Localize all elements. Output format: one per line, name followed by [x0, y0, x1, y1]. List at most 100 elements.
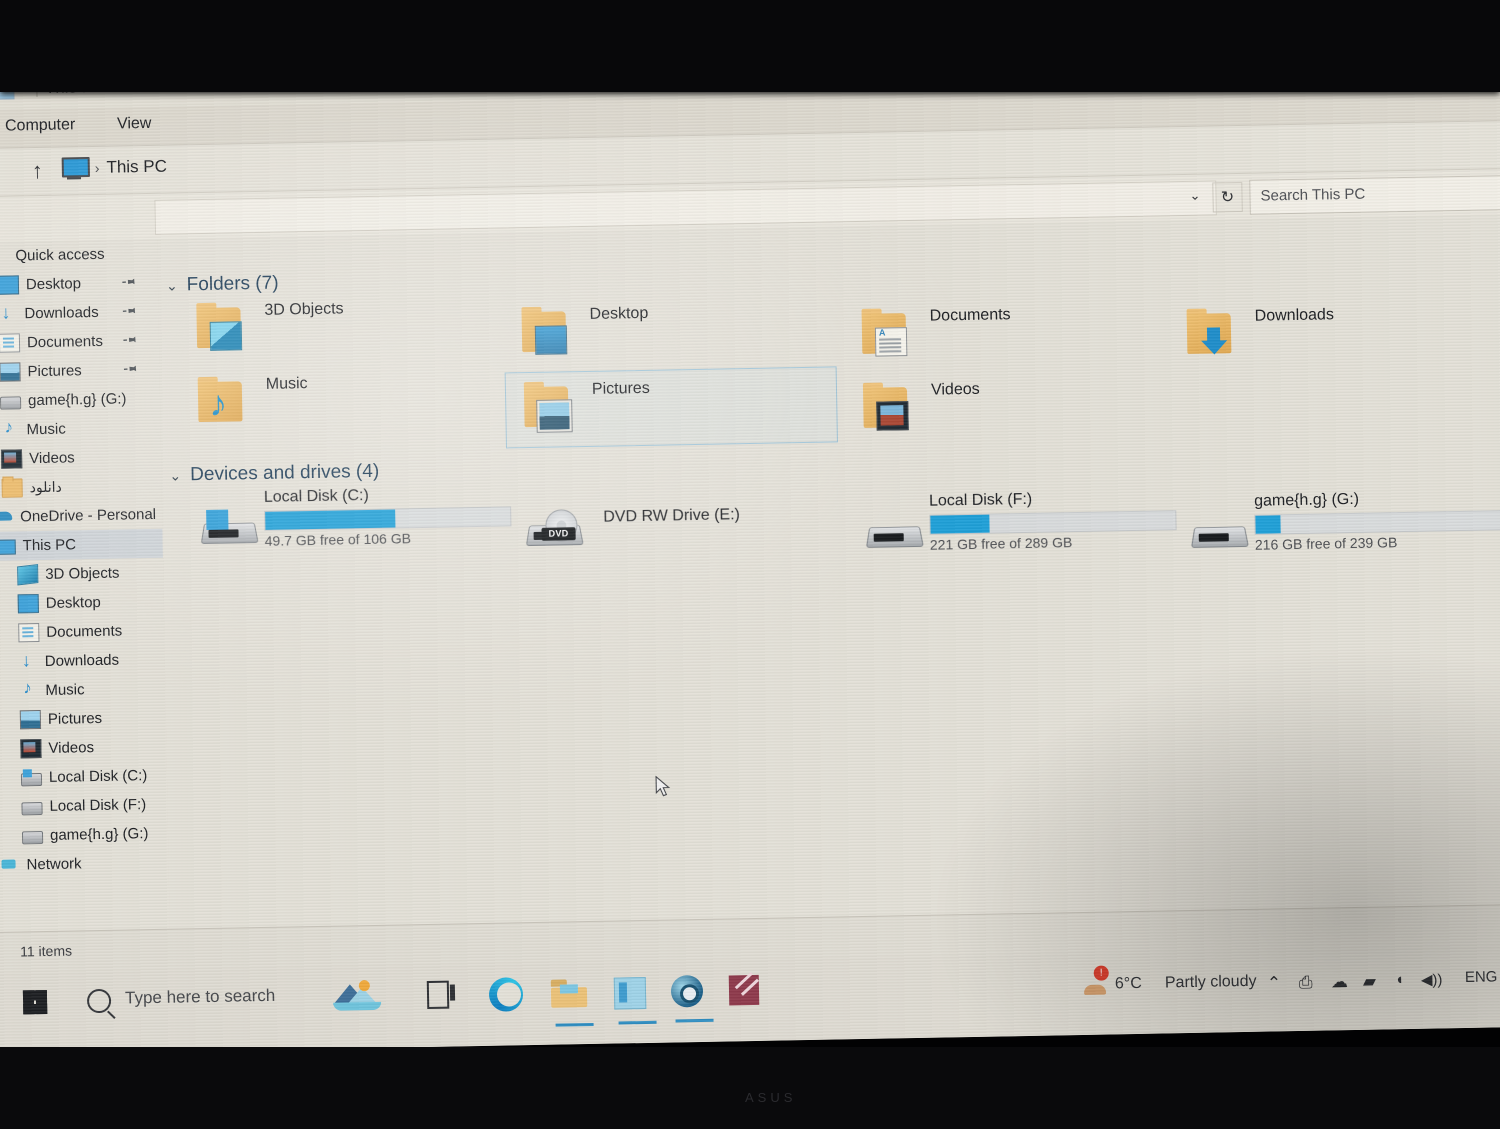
language-indicator[interactable]: ENG — [1465, 968, 1498, 986]
folder-tile-pictures[interactable]: Pictures — [504, 366, 838, 449]
sidebar-item-videos[interactable]: Videos — [0, 442, 161, 474]
sidebar-item-[interactable]: دانلود — [0, 471, 162, 503]
sidebar-item-downloads[interactable]: Downloads — [0, 297, 159, 329]
device-brand: ASUS — [745, 1090, 797, 1105]
drive-capacity-text: 216 GB free of 239 GB — [1254, 534, 1398, 553]
sidebar-item-game-h-g-g[interactable]: game{h.g} (G:) — [0, 819, 168, 851]
chevron-up-icon[interactable]: ⌃ — [1267, 973, 1282, 993]
bezel-top — [0, 0, 1500, 92]
back-arrow-icon[interactable]: ⌄ — [0, 165, 2, 183]
sidebar-item-onedrive-personal[interactable]: OneDrive - Personal — [0, 500, 162, 532]
sidebar-item-desktop[interactable]: Desktop — [0, 268, 158, 300]
os-drive-icon — [20, 773, 43, 787]
pin-icon[interactable] — [122, 360, 140, 378]
sidebar-item-this-pc[interactable]: This PC — [0, 528, 163, 561]
drive-tile-dvd-rw-drive-e-[interactable]: DVD DVD RW Drive (E:) — [507, 484, 838, 570]
folder-tile-label: Documents — [929, 306, 1011, 325]
sidebar-item-pictures[interactable]: Pictures — [0, 703, 166, 735]
folder-tile-videos[interactable]: Videos — [845, 368, 1176, 448]
sidebar-item-local-disk-f[interactable]: Local Disk (F:) — [0, 790, 168, 822]
pin-icon[interactable] — [121, 302, 139, 320]
folder-tile-music[interactable]: Music — [180, 362, 511, 442]
microsoft-edge-icon[interactable] — [488, 977, 536, 1012]
folder-tile-desktop[interactable]: Desktop — [503, 292, 834, 372]
network-icon — [0, 856, 19, 873]
battery-icon[interactable]: ▰ — [1363, 972, 1376, 992]
navigation-pane[interactable]: Quick access Desktop Downloads Documents Pic… — [0, 238, 170, 932]
group-header-drives[interactable]: ⌄ Devices and drives (4) — [169, 461, 379, 487]
folder-desktop-icon — [515, 303, 578, 362]
search-placeholder: Search This PC — [1260, 185, 1366, 205]
screen-surface: ▾ This PC Computer View ⌄ ↑ › This PC — [0, 41, 1500, 1055]
sidebar-item-label: Network — [26, 855, 82, 874]
file-explorer-window: ▾ This PC Computer View ⌄ ↑ › This PC — [0, 41, 1500, 974]
drive-usage-bar — [1254, 510, 1500, 535]
this-pc-icon — [0, 539, 16, 555]
tab-computer[interactable]: Computer — [5, 116, 76, 135]
search-icon[interactable] — [86, 988, 112, 1014]
sidebar-item-documents[interactable]: Documents — [0, 326, 159, 358]
dota-2-icon[interactable] — [728, 974, 776, 1010]
removable-media-icon[interactable]: ⎙ — [1299, 973, 1313, 993]
drive-usage-bar — [264, 506, 512, 531]
file-explorer-icon[interactable] — [550, 979, 598, 1014]
weather-temperature[interactable]: 6°C — [1115, 975, 1142, 993]
sidebar-item-network[interactable]: Network — [0, 848, 169, 880]
sidebar-item-label: دانلود — [29, 478, 62, 496]
task-view-icon[interactable] — [426, 980, 474, 1015]
windows-start-icon[interactable] — [22, 989, 48, 1015]
sidebar-item-desktop[interactable]: Desktop — [0, 587, 164, 619]
onedrive-cloud-icon[interactable]: ☁ — [1331, 972, 1348, 992]
music-icon — [0, 421, 19, 438]
folder-icon — [1, 478, 23, 498]
folder-tile-downloads[interactable]: Downloads — [1168, 294, 1499, 374]
drive-tile-game-h-g-g-[interactable]: game{h.g} (G:) 216 GB free of 239 GB — [1172, 486, 1500, 572]
news-and-interests-icon[interactable] — [332, 980, 382, 1015]
file-list-pane: ⌄ Folders (7) ⌄ Devices and drives (4) 3… — [157, 213, 1500, 929]
tab-view[interactable]: View — [117, 115, 152, 134]
3d-objects-icon — [17, 563, 39, 586]
sidebar-item-local-disk-c[interactable]: Local Disk (C:) — [0, 761, 167, 793]
drive-usage-bar — [929, 510, 1177, 535]
sidebar-item-label: Music — [26, 420, 66, 439]
up-arrow-icon[interactable]: ↑ — [32, 158, 43, 184]
drive-tile-local-disk-c-[interactable]: Local Disk (C:) 49.7 GB free of 106 GB — [182, 482, 513, 568]
steam-icon[interactable] — [670, 974, 718, 1010]
sidebar-item-documents[interactable]: Documents — [0, 616, 165, 648]
drive-tile-local-disk-f-[interactable]: Local Disk (F:) 221 GB free of 289 GB — [847, 486, 1178, 572]
sidebar-item-3d-objects[interactable]: 3D Objects — [0, 558, 164, 590]
documents-icon — [0, 333, 21, 353]
search-input[interactable]: Search This PC — [1249, 174, 1500, 215]
breadcrumb[interactable]: › This PC — [60, 156, 168, 180]
taskbar-search-input[interactable]: Type here to search — [125, 986, 276, 1009]
drive-usage-fill — [265, 509, 396, 530]
sidebar-item-music[interactable]: Music — [0, 674, 166, 706]
sidebar-item-game-h-g-g[interactable]: game{h.g} (G:) — [0, 384, 160, 416]
chevron-down-icon[interactable]: ⌄ — [1189, 188, 1200, 204]
pin-icon[interactable] — [121, 331, 139, 349]
sidebar-item-label: OneDrive - Personal — [20, 505, 157, 526]
pin-icon[interactable] — [120, 273, 138, 291]
microsoft-store-icon[interactable] — [613, 976, 661, 1012]
folder-tile-documents[interactable]: Documents — [843, 294, 1174, 374]
sidebar-item-label: game{h.g} (G:) — [27, 390, 127, 410]
group-label-drives: Devices and drives (4) — [189, 460, 380, 486]
sidebar-item-label: This PC — [22, 536, 77, 555]
volume-icon[interactable]: ◀)) — [1421, 970, 1443, 988]
folder-tile-3d-objects[interactable]: 3D Objects — [178, 288, 509, 368]
sidebar-item-pictures[interactable]: Pictures — [0, 355, 160, 387]
wifi-icon[interactable]: ◖ — [1395, 971, 1404, 988]
weather-description[interactable]: Partly cloudy — [1165, 973, 1257, 993]
sidebar-item-quick-access[interactable]: Quick access — [0, 239, 158, 271]
onedrive-cloud-icon — [0, 509, 13, 526]
dvd-label: DVD — [541, 527, 576, 541]
sidebar-item-music[interactable]: Music — [0, 413, 161, 445]
sidebar-item-label: Videos — [28, 449, 75, 468]
sidebar-item-label: Downloads — [44, 651, 120, 670]
chevron-down-icon[interactable]: ⌄ — [169, 467, 181, 484]
breadcrumb-path[interactable]: This PC — [106, 157, 167, 178]
sidebar-item-downloads[interactable]: Downloads — [0, 645, 165, 677]
refresh-icon[interactable]: ↻ — [1212, 181, 1243, 213]
chevron-down-icon[interactable]: ⌄ — [166, 277, 178, 294]
sidebar-item-videos[interactable]: Videos — [0, 732, 167, 764]
